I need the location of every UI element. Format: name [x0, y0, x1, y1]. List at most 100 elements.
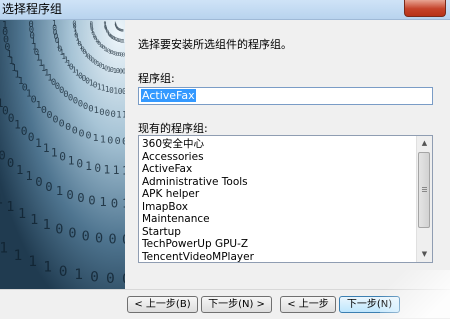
- scroll-thumb[interactable]: [418, 152, 430, 228]
- svg-text:0: 0: [94, 162, 101, 175]
- svg-text:0: 0: [68, 93, 73, 103]
- list-item[interactable]: ImapBox: [142, 201, 414, 214]
- svg-text:0: 0: [115, 136, 121, 147]
- scroll-grip: [422, 191, 427, 192]
- list-item[interactable]: Administrative Tools: [142, 176, 414, 189]
- binary-banner-image: 0100010110011000101000110010011001001001…: [0, 20, 125, 289]
- svg-text:1: 1: [16, 163, 23, 177]
- svg-text:0: 0: [72, 20, 76, 28]
- program-group-value: ActiveFax: [141, 89, 196, 102]
- svg-text:0: 0: [41, 105, 47, 116]
- list-item[interactable]: APK helper: [142, 188, 414, 201]
- svg-text:0: 0: [8, 112, 15, 125]
- svg-text:0: 0: [77, 191, 84, 205]
- svg-text:1: 1: [101, 84, 106, 93]
- svg-text:0: 0: [109, 232, 117, 248]
- existing-groups-list[interactable]: 360安全中心 Accessories ActiveFax Administra…: [138, 135, 433, 263]
- svg-text:0: 0: [90, 269, 99, 286]
- svg-text:0: 0: [105, 109, 110, 119]
- svg-text:1: 1: [104, 163, 111, 176]
- next-button-secondary[interactable]: 下一步(N): [339, 296, 400, 313]
- existing-groups-label: 现有的程序组:: [138, 122, 208, 135]
- svg-text:1: 1: [114, 21, 116, 25]
- svg-text:0: 0: [53, 114, 59, 125]
- svg-text:0: 0: [79, 128, 85, 139]
- list-item[interactable]: Startup: [142, 226, 414, 239]
- back-button-secondary[interactable]: < 上一步: [280, 296, 336, 313]
- svg-text:1: 1: [68, 154, 75, 167]
- instruction-text: 选择要安装所选组件的程序组。: [138, 38, 292, 51]
- svg-text:1: 1: [2, 20, 8, 31]
- svg-text:1: 1: [56, 184, 63, 198]
- svg-text:0: 0: [7, 156, 14, 170]
- svg-text:0: 0: [95, 230, 103, 246]
- svg-text:1: 1: [0, 192, 3, 208]
- svg-text:1: 1: [0, 97, 3, 110]
- svg-text:1: 1: [43, 142, 50, 155]
- svg-text:0: 0: [47, 110, 53, 121]
- svg-text:0: 0: [66, 188, 73, 202]
- svg-text:0: 0: [86, 131, 92, 142]
- svg-text:0: 0: [111, 110, 116, 120]
- list-item[interactable]: Accessories: [142, 151, 414, 164]
- svg-text:1: 1: [25, 169, 32, 183]
- svg-text:1: 1: [51, 147, 58, 160]
- svg-text:0: 0: [118, 87, 123, 96]
- svg-text:1: 1: [28, 253, 37, 270]
- window-title: 选择程序组: [2, 2, 63, 16]
- scroll-down-arrow-icon[interactable]: ▼: [417, 247, 432, 262]
- svg-text:0: 0: [45, 180, 52, 194]
- svg-text:0: 0: [68, 225, 76, 241]
- svg-text:0: 0: [107, 136, 113, 147]
- binary-banner-graphic: 0100010110011000101000110010011001001001…: [0, 20, 125, 289]
- svg-text:1: 1: [94, 106, 99, 116]
- title-bar: 选择程序组: [0, 0, 450, 20]
- svg-text:1: 1: [14, 119, 21, 132]
- svg-text:0: 0: [21, 125, 28, 138]
- svg-text:1: 1: [74, 266, 83, 283]
- svg-text:1: 1: [30, 212, 38, 228]
- svg-text:0: 0: [90, 21, 93, 27]
- svg-text:0: 0: [104, 21, 107, 27]
- svg-text:1: 1: [43, 258, 52, 275]
- svg-text:0: 0: [83, 102, 88, 112]
- svg-text:1: 1: [116, 110, 121, 120]
- svg-text:0: 0: [0, 149, 6, 163]
- list-item[interactable]: Maintenance: [142, 213, 414, 226]
- svg-text:1: 1: [113, 87, 118, 96]
- svg-text:0: 0: [28, 131, 35, 144]
- svg-text:0: 0: [72, 125, 78, 136]
- back-button[interactable]: < 上一步(B): [127, 296, 198, 313]
- svg-text:1: 1: [43, 217, 51, 233]
- vertical-scrollbar[interactable]: ▲ ▼: [416, 136, 432, 262]
- svg-text:1: 1: [100, 134, 106, 145]
- list-item[interactable]: ActiveFax: [142, 163, 414, 176]
- svg-text:1: 1: [18, 206, 26, 222]
- scroll-up-arrow-icon[interactable]: ▲: [417, 136, 432, 151]
- svg-text:0: 0: [59, 151, 66, 164]
- content-area: 选择要安装所选组件的程序组。 程序组: ActiveFax 现有的程序组: 36…: [125, 20, 450, 289]
- svg-text:0: 0: [28, 20, 33, 30]
- svg-text:1: 1: [6, 199, 14, 215]
- svg-text:1: 1: [52, 20, 57, 28]
- list-item[interactable]: 360安全中心: [142, 138, 414, 151]
- svg-text:0: 0: [78, 100, 83, 110]
- svg-text:0: 0: [59, 118, 65, 129]
- list-item[interactable]: TechPowerUp GPU-Z: [142, 238, 414, 251]
- svg-text:0: 0: [82, 228, 90, 244]
- close-button[interactable]: [404, 0, 446, 17]
- svg-text:1: 1: [93, 133, 99, 144]
- svg-text:0: 0: [35, 175, 42, 189]
- svg-text:1: 1: [113, 164, 120, 177]
- program-group-input[interactable]: ActiveFax: [138, 87, 433, 105]
- svg-text:0: 0: [99, 108, 104, 118]
- list-item[interactable]: TencentVideoMPlayer: [142, 251, 414, 263]
- svg-text:1: 1: [35, 137, 42, 150]
- program-group-label: 程序组:: [138, 72, 175, 85]
- svg-text:0: 0: [65, 122, 71, 133]
- svg-text:0: 0: [88, 194, 95, 208]
- next-button[interactable]: 下一步(N) >: [201, 296, 272, 313]
- svg-text:1: 1: [105, 85, 110, 94]
- svg-text:0: 0: [73, 97, 78, 107]
- scroll-grip: [422, 189, 427, 190]
